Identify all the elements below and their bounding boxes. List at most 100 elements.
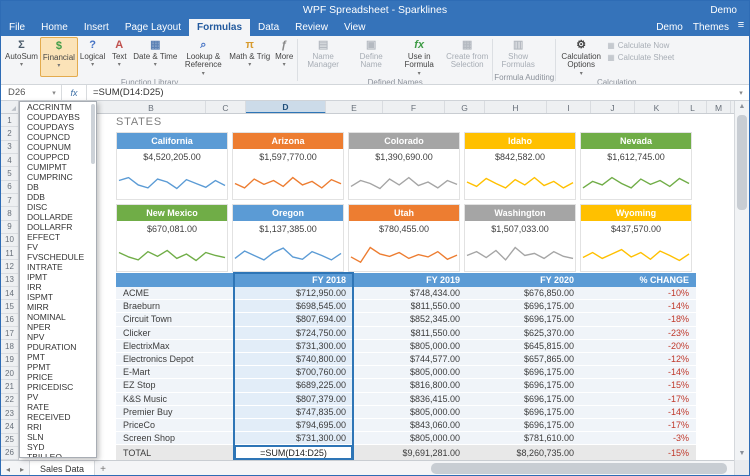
table-row-k-s-music[interactable]: K&S Music$807,379.00$836,415.00$696,175.… bbox=[116, 393, 696, 406]
scroll-down-icon[interactable]: ▼ bbox=[735, 448, 749, 460]
row-header-4[interactable]: 4 bbox=[1, 154, 18, 167]
row-header-6[interactable]: 6 bbox=[1, 181, 18, 194]
function-item-mirr[interactable]: MIRR bbox=[20, 302, 96, 312]
function-item-coupdaybs[interactable]: COUPDAYBS bbox=[20, 112, 96, 122]
function-item-pv[interactable]: PV bbox=[20, 392, 96, 402]
tab-insert[interactable]: Insert bbox=[76, 19, 117, 36]
function-item-fvschedule[interactable]: FVSCHEDULE bbox=[20, 252, 96, 262]
column-headers[interactable]: ABCDEFGHIJKLM bbox=[19, 101, 736, 114]
column-header-e[interactable]: E bbox=[326, 101, 383, 114]
function-item-irr[interactable]: IRR bbox=[20, 282, 96, 292]
function-item-cumprinc[interactable]: CUMPRINC bbox=[20, 172, 96, 182]
row-header-1[interactable]: 1 bbox=[1, 114, 18, 127]
row-header-8[interactable]: 8 bbox=[1, 207, 18, 220]
row-header-10[interactable]: 10 bbox=[1, 234, 18, 247]
formula-edit-cell[interactable]: =SUM(D14:D25) bbox=[234, 445, 353, 460]
function-item-accrintm[interactable]: ACCRINTM bbox=[20, 102, 96, 112]
row-header-18[interactable]: 18 bbox=[1, 340, 18, 353]
column-header-h[interactable]: H bbox=[485, 101, 547, 114]
row-header-17[interactable]: 17 bbox=[1, 327, 18, 340]
function-item-cumipmt[interactable]: CUMIPMT bbox=[20, 162, 96, 172]
function-item-ppmt[interactable]: PPMT bbox=[20, 362, 96, 372]
name-box-caret-icon[interactable]: ▾ bbox=[47, 89, 61, 97]
vertical-scrollbar[interactable]: ▲ ▼ bbox=[734, 101, 749, 460]
function-item-pricedisc[interactable]: PRICEDISC bbox=[20, 382, 96, 392]
table-row-braeburn[interactable]: Braeburn$698,545.00$811,550.00$696,175.0… bbox=[116, 300, 696, 313]
row-header-19[interactable]: 19 bbox=[1, 354, 18, 367]
row-header-12[interactable]: 12 bbox=[1, 260, 18, 273]
tab-file[interactable]: File bbox=[1, 19, 33, 36]
tab-formulas[interactable]: Formulas bbox=[189, 19, 250, 36]
column-header-c[interactable]: C bbox=[206, 101, 246, 114]
link-themes[interactable]: Themes bbox=[693, 22, 729, 33]
table-row-electrixmax[interactable]: ElectrixMax$731,300.00$805,000.00$645,81… bbox=[116, 340, 696, 353]
horizontal-scrollbar-thumb[interactable] bbox=[431, 463, 727, 474]
autosum-button[interactable]: ΣAutoSum▾ bbox=[3, 37, 40, 77]
use-in-formula-button[interactable]: fxUse in Formula▾ bbox=[395, 37, 443, 77]
hamburger-icon[interactable]: ≡ bbox=[733, 19, 749, 36]
function-item-couppcd[interactable]: COUPPCD bbox=[20, 152, 96, 162]
row-header-21[interactable]: 21 bbox=[1, 380, 18, 393]
tab-review[interactable]: Review bbox=[287, 19, 336, 36]
function-item-coupdays[interactable]: COUPDAYS bbox=[20, 122, 96, 132]
column-header-j[interactable]: J bbox=[591, 101, 635, 114]
function-item-effect[interactable]: EFFECT bbox=[20, 232, 96, 242]
function-item-fv[interactable]: FV bbox=[20, 242, 96, 252]
column-header-l[interactable]: L bbox=[679, 101, 707, 114]
insert-function-button[interactable]: fx bbox=[62, 88, 86, 98]
dropdown-scrollbar[interactable] bbox=[91, 104, 95, 164]
table-row-clicker[interactable]: Clicker$724,750.00$811,550.00$625,370.00… bbox=[116, 327, 696, 340]
column-header-m[interactable]: M bbox=[707, 101, 731, 114]
calculation-options-button[interactable]: ⚙Calculation Options▾ bbox=[557, 37, 605, 77]
select-all-corner[interactable]: ◢ bbox=[1, 101, 19, 114]
row-header-15[interactable]: 15 bbox=[1, 300, 18, 313]
tab-data[interactable]: Data bbox=[250, 19, 287, 36]
function-item-nper[interactable]: NPER bbox=[20, 322, 96, 332]
tab-home[interactable]: Home bbox=[33, 19, 76, 36]
show-formulas-button[interactable]: ▥Show Formulas bbox=[494, 37, 542, 72]
column-header-b[interactable]: B bbox=[97, 101, 206, 114]
tab-view[interactable]: View bbox=[336, 19, 374, 36]
define-name-button[interactable]: ▣Define Name bbox=[347, 37, 395, 77]
column-header-d[interactable]: D bbox=[246, 101, 326, 114]
function-item-dollarfr[interactable]: DOLLARFR bbox=[20, 222, 96, 232]
column-header-f[interactable]: F bbox=[383, 101, 445, 114]
function-item-coupnum[interactable]: COUPNUM bbox=[20, 142, 96, 152]
function-item-coupncd[interactable]: COUPNCD bbox=[20, 132, 96, 142]
add-sheet-icon[interactable]: + bbox=[95, 464, 111, 475]
cell-name-box[interactable]: D26 bbox=[1, 87, 47, 98]
lookup-reference-button[interactable]: ⌕Lookup & Reference▾ bbox=[179, 37, 227, 77]
name-manager-button[interactable]: ▤Name Manager bbox=[299, 37, 347, 77]
function-item-rri[interactable]: RRI bbox=[20, 422, 96, 432]
formula-bar-expand-icon[interactable]: ▾ bbox=[733, 89, 749, 97]
row-header-25[interactable]: 25 bbox=[1, 434, 18, 447]
function-item-received[interactable]: RECEIVED bbox=[20, 412, 96, 422]
row-header-5[interactable]: 5 bbox=[1, 167, 18, 180]
function-item-rate[interactable]: RATE bbox=[20, 402, 96, 412]
function-item-npv[interactable]: NPV bbox=[20, 332, 96, 342]
spreadsheet-grid[interactable]: STATES California$4,520,205.00Arizona$1,… bbox=[19, 114, 736, 460]
table-row-screen-shop[interactable]: Screen Shop$731,300.00$805,000.00$781,61… bbox=[116, 432, 696, 445]
row-header-2[interactable]: 2 bbox=[1, 127, 18, 140]
table-row-electronics-depot[interactable]: Electronics Depot$740,800.00$744,577.00$… bbox=[116, 353, 696, 366]
link-demo[interactable]: Demo bbox=[656, 22, 683, 33]
sheet-tab-sales-data[interactable]: Sales Data bbox=[29, 461, 95, 476]
table-row-premier-buy[interactable]: Premier Buy$747,835.00$805,000.00$696,17… bbox=[116, 406, 696, 419]
function-item-nominal[interactable]: NOMINAL bbox=[20, 312, 96, 322]
tab-page-layout[interactable]: Page Layout bbox=[117, 19, 189, 36]
function-item-disc[interactable]: DISC bbox=[20, 202, 96, 212]
table-row-acme[interactable]: ACME$712,950.00$748,434.00$676,850.00-10… bbox=[116, 287, 696, 300]
column-header-g[interactable]: G bbox=[445, 101, 485, 114]
formula-input[interactable]: =SUM(D14:D25) bbox=[87, 87, 163, 98]
function-item-db[interactable]: DB bbox=[20, 182, 96, 192]
function-item-ipmt[interactable]: IPMT bbox=[20, 272, 96, 282]
row-header-26[interactable]: 26 bbox=[1, 447, 18, 460]
row-header-3[interactable]: 3 bbox=[1, 141, 18, 154]
row-header-23[interactable]: 23 bbox=[1, 407, 18, 420]
prev-sheet-icon[interactable]: ◂ bbox=[1, 465, 15, 474]
function-item-syd[interactable]: SYD bbox=[20, 442, 96, 452]
row-header-20[interactable]: 20 bbox=[1, 367, 18, 380]
row-header-11[interactable]: 11 bbox=[1, 247, 18, 260]
scroll-up-icon[interactable]: ▲ bbox=[735, 101, 749, 113]
row-header-16[interactable]: 16 bbox=[1, 314, 18, 327]
